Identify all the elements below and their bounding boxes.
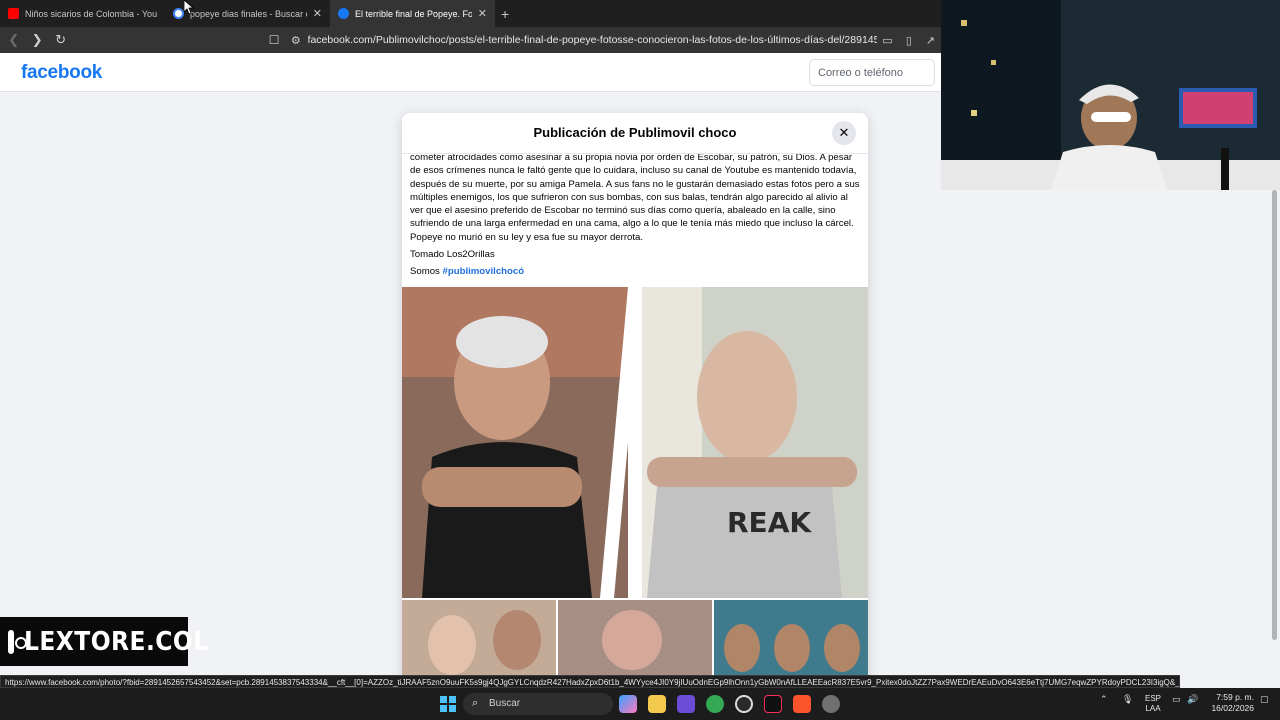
somos-label: Somos [410,266,440,278]
back-icon[interactable]: ❮ [4,32,23,48]
obs-icon[interactable] [735,695,753,713]
chrome-icon[interactable] [706,695,724,713]
svg-text:REAK: REAK [727,506,812,539]
post-modal: Publicación de Publimovil choco ✕ comete… [402,113,868,680]
tab-title: popeye dias finales - Buscar con Google [190,8,307,19]
status-bar-url: https://www.facebook.com/photo/?fbid=289… [0,675,1180,688]
chevron-up-icon[interactable]: ⌃ [1100,694,1108,705]
system-clock[interactable]: 7:59 p. m. 16/02/2026 [1206,692,1254,714]
watermark: LEXTORE.COL [0,617,208,666]
mouse-cursor-icon [184,0,194,14]
browser-tab-bar: Niños sicarios de Colombia - YouTube pop… [0,0,941,27]
instagram-icon [8,629,27,654]
youtube-icon [8,8,19,19]
settings-icon[interactable] [822,695,840,713]
browser-nav-bar: ❮ ❯ ↻ ☐ ⚙ facebook.com/Publimovilchoc/po… [0,27,941,53]
reader-icon[interactable]: ▯ [898,34,919,47]
language-indicator[interactable]: ESP LAA [1143,694,1163,714]
page-scrollbar[interactable] [1270,190,1280,690]
forward-icon[interactable]: ❯ [27,32,46,48]
microphone-icon[interactable]: 🎙 [1122,694,1133,705]
search-icon: ⌕ [472,697,479,709]
site-info-icon[interactable]: ⚙ [288,34,304,47]
tiktok-icon[interactable] [764,695,782,713]
google-icon [173,8,184,19]
scrollbar-thumb[interactable] [1272,190,1277,640]
main-photo[interactable]: REAK [402,287,868,598]
lang-bottom: LAA [1145,704,1161,713]
taskbar-search[interactable]: ⌕ Buscar [463,693,613,715]
share-icon[interactable]: ↗ [920,34,941,47]
volume-icon[interactable]: 🔊 [1187,694,1198,705]
reload-icon[interactable]: ↻ [51,32,70,48]
lang-top: ESP [1144,694,1161,703]
close-icon[interactable]: ✕ [832,121,856,145]
file-explorer-icon[interactable] [648,695,666,713]
cast-icon[interactable]: ▭ [877,34,898,47]
facebook-logo[interactable]: facebook [21,62,102,84]
bookmark-icon[interactable]: ☐ [266,33,282,47]
modal-title: Publicación de Publimovil choco [533,125,737,140]
tab-title: Niños sicarios de Colombia - YouTube [25,8,157,19]
facebook-icon [338,8,349,19]
network-icon[interactable]: ▭ [1172,694,1181,705]
close-tab-icon[interactable]: ✕ [478,7,487,20]
new-tab-icon[interactable]: + [501,6,509,22]
copilot-icon[interactable] [619,695,637,713]
app-icon[interactable] [677,695,695,713]
facebook-header: facebook Correo o teléfono [0,53,941,92]
post-text: cometer atrocidades como asesinar a su p… [402,151,868,279]
post-somos: Somos #publimovilchocó [410,265,860,278]
search-placeholder: Buscar [489,698,521,709]
clock-date: 16/02/2026 [1211,703,1254,713]
post-credit: Tomado Los2Orillas [410,249,495,261]
modal-header: Publicación de Publimovil choco ✕ [402,113,868,154]
photo-thumbnails[interactable] [402,600,868,680]
watermark-text: LEXTORE.COL [24,626,209,657]
address-bar[interactable]: facebook.com/Publimovilchoc/posts/el-ter… [308,34,877,46]
post-paragraph: cometer atrocidades como asesinar a su p… [410,152,860,243]
tab-facebook[interactable]: El terrible final de Popeye. Fotos ✕ [330,0,495,27]
tab-youtube[interactable]: Niños sicarios de Colombia - YouTube [0,0,165,27]
close-tab-icon[interactable]: ✕ [313,7,322,20]
windows-start-icon[interactable] [440,696,456,712]
hashtag-link[interactable]: #publimovilchocó [443,266,525,277]
tab-title: El terrible final de Popeye. Fotos [355,8,472,19]
email-field[interactable]: Correo o teléfono [809,59,935,86]
clock-time: 7:59 p. m. [1216,692,1254,702]
brave-icon[interactable] [793,695,811,713]
webcam-overlay [941,0,1280,190]
taskbar: ⌕ Buscar ⌃ 🎙 ESP LAA ▭ 🔊 7:59 p. m. 16/0… [0,688,1280,720]
notification-icon[interactable]: ▢ [1260,694,1269,705]
